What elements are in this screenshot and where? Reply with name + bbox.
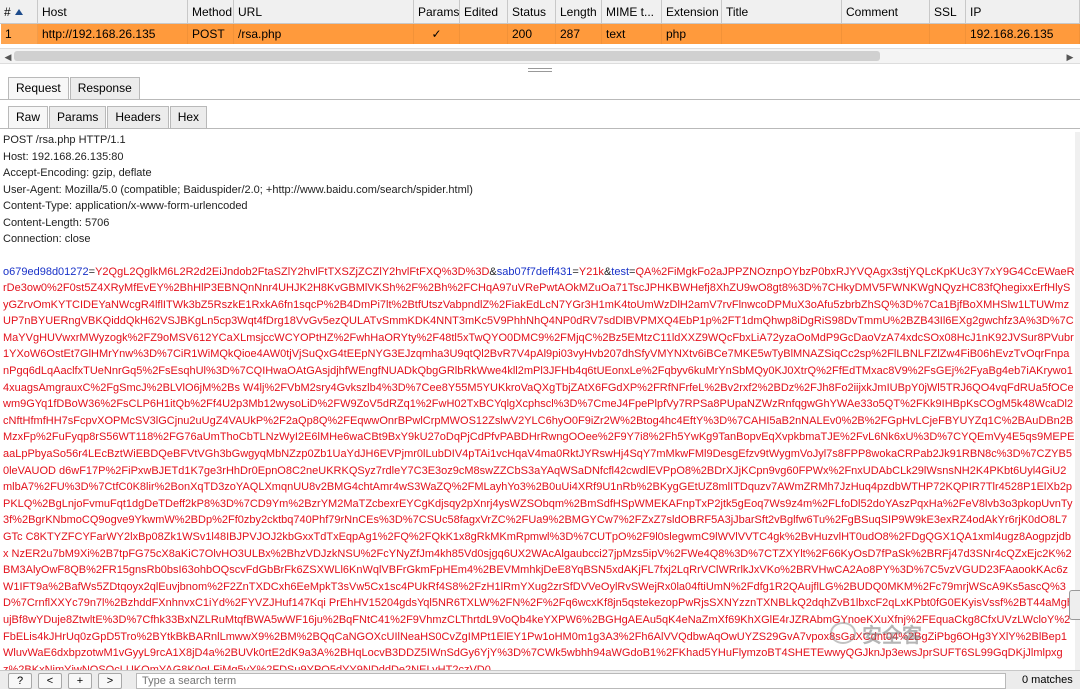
table-cell: POST bbox=[188, 24, 234, 44]
header-line: Connection: close bbox=[3, 233, 91, 245]
request-body: o679ed98d01272=Y2QgL2QglkM6L2R2d2EiJndob… bbox=[3, 264, 1075, 671]
column-header-label: SSL bbox=[934, 5, 957, 19]
column-header-label: IP bbox=[970, 5, 982, 19]
table-cell bbox=[930, 24, 966, 44]
raw-request-editor[interactable]: POST /rsa.php HTTP/1.1 Host: 192.168.26.1… bbox=[3, 132, 1075, 670]
table-cell: php bbox=[662, 24, 722, 44]
column-header-label: Params bbox=[418, 5, 460, 19]
tab-divider bbox=[0, 128, 1080, 129]
table-cell: 192.168.26.135 bbox=[966, 24, 1080, 44]
column-header-label: Host bbox=[42, 5, 67, 19]
history-table: # Host Method URL Params Edited Status Length MI… bbox=[0, 0, 1080, 44]
header-line: Content-Type: application/x-www-form-url… bbox=[3, 200, 248, 212]
table-cell bbox=[722, 24, 842, 44]
column-header-length[interactable]: Length bbox=[556, 0, 602, 24]
table-cell bbox=[842, 24, 930, 44]
request-headers: POST /rsa.php HTTP/1.1 Host: 192.168.26.1… bbox=[3, 132, 1075, 248]
column-header-method[interactable]: Method bbox=[188, 0, 234, 24]
scroll-left-icon[interactable]: ◀ bbox=[2, 51, 14, 63]
table-cell: http://192.168.26.135 bbox=[38, 24, 188, 44]
header-line: Host: 192.168.26.135:80 bbox=[3, 150, 124, 163]
table-row[interactable]: 1 http://192.168.26.135 POST/rsa.php ✓ 200 28… bbox=[0, 24, 1080, 44]
param-value: QA%2FiMgkFo2aJPPZNOznpOYbzP0bxRJYVQAgx3s… bbox=[3, 265, 1075, 671]
scroll-right-icon[interactable]: ▶ bbox=[1064, 51, 1076, 63]
column-header-host[interactable]: Host bbox=[38, 0, 188, 24]
table-cell: 287 bbox=[556, 24, 602, 44]
watermark-text: 安全客 bbox=[862, 624, 922, 647]
param-value: Y21k bbox=[578, 265, 604, 278]
tab-hex[interactable]: Hex bbox=[169, 106, 208, 128]
column-header-label: # bbox=[4, 5, 11, 19]
table-header: # Host Method URL Params Edited Status Length MI… bbox=[0, 0, 1080, 24]
param-name: sab07f7deff431 bbox=[496, 265, 573, 278]
horizontal-scrollbar[interactable]: ◀ ▶ bbox=[0, 48, 1080, 64]
watermark: 安全客 bbox=[830, 618, 1030, 648]
column-header-label: Method bbox=[192, 5, 233, 19]
column-header-label: Edited bbox=[464, 5, 499, 19]
tab-divider bbox=[0, 99, 1080, 100]
next-button[interactable]: > bbox=[98, 673, 122, 689]
match-count: 0 matches bbox=[1022, 674, 1073, 686]
help-button[interactable]: ? bbox=[8, 673, 32, 689]
column-header-mime-t-[interactable]: MIME t... bbox=[602, 0, 662, 24]
param-value: Y2QgL2QglkM6L2R2d2EiJndob2FtaSZlY2hvlFtT… bbox=[95, 265, 490, 278]
tab-headers[interactable]: Headers bbox=[107, 106, 169, 128]
column-header-label: MIME t... bbox=[606, 5, 654, 19]
table-cell: text bbox=[602, 24, 662, 44]
table-cell: /rsa.php bbox=[234, 24, 414, 44]
param-separator: & bbox=[489, 265, 497, 278]
column-header-comment[interactable]: Comment bbox=[842, 0, 930, 24]
scrollbar-thumb[interactable] bbox=[14, 51, 880, 61]
param-name: test bbox=[611, 265, 630, 278]
column-header-edited[interactable]: Edited bbox=[460, 0, 508, 24]
table-cell: 200 bbox=[508, 24, 556, 44]
search-input[interactable] bbox=[136, 673, 1006, 689]
column-header-status[interactable]: Status bbox=[508, 0, 556, 24]
watermark-logo-icon bbox=[830, 622, 856, 644]
column-header-label: URL bbox=[238, 5, 263, 19]
header-line: Accept-Encoding: gzip, deflate bbox=[3, 167, 152, 179]
tab-params[interactable]: Params bbox=[49, 106, 107, 128]
column-header-label: Title bbox=[726, 5, 749, 19]
request-response-tabs: Request Response bbox=[8, 77, 141, 100]
column-header-params[interactable]: Params bbox=[414, 0, 460, 24]
column-header-ssl[interactable]: SSL bbox=[930, 0, 966, 24]
column-header-extension[interactable]: Extension bbox=[662, 0, 722, 24]
sort-ascending-icon[interactable] bbox=[14, 9, 23, 15]
splitter-grip[interactable] bbox=[528, 68, 552, 72]
param-name: o679ed98d01272 bbox=[3, 265, 89, 278]
column-header-label: Extension bbox=[666, 5, 719, 19]
table-cell: 1 bbox=[0, 24, 38, 44]
header-line: Content-Length: 5706 bbox=[3, 216, 110, 229]
previous-button[interactable]: < bbox=[38, 673, 62, 689]
params-check-icon: ✓ bbox=[414, 24, 460, 44]
table-cell bbox=[460, 24, 508, 44]
side-panel-handle[interactable] bbox=[1069, 590, 1080, 620]
tab-response[interactable]: Response bbox=[69, 77, 140, 99]
column-header-title[interactable]: Title bbox=[722, 0, 842, 24]
column-header-url[interactable]: URL bbox=[234, 0, 414, 24]
column-header--[interactable]: # bbox=[0, 0, 38, 24]
column-header-label: Comment bbox=[846, 5, 899, 19]
tab-request[interactable]: Request bbox=[8, 77, 69, 100]
header-line: User-Agent: Mozilla/5.0 (compatible; Bai… bbox=[3, 183, 473, 196]
tab-raw[interactable]: Raw bbox=[8, 106, 49, 129]
column-header-ip[interactable]: IP bbox=[966, 0, 1080, 24]
header-line: POST /rsa.php HTTP/1.1 bbox=[3, 134, 126, 146]
search-bar: ? < + > 0 matches bbox=[0, 670, 1080, 689]
column-header-label: Length bbox=[560, 5, 597, 19]
view-mode-tabs: Raw Params Headers Hex bbox=[8, 106, 208, 129]
add-button[interactable]: + bbox=[68, 673, 92, 689]
column-header-label: Status bbox=[512, 5, 547, 19]
